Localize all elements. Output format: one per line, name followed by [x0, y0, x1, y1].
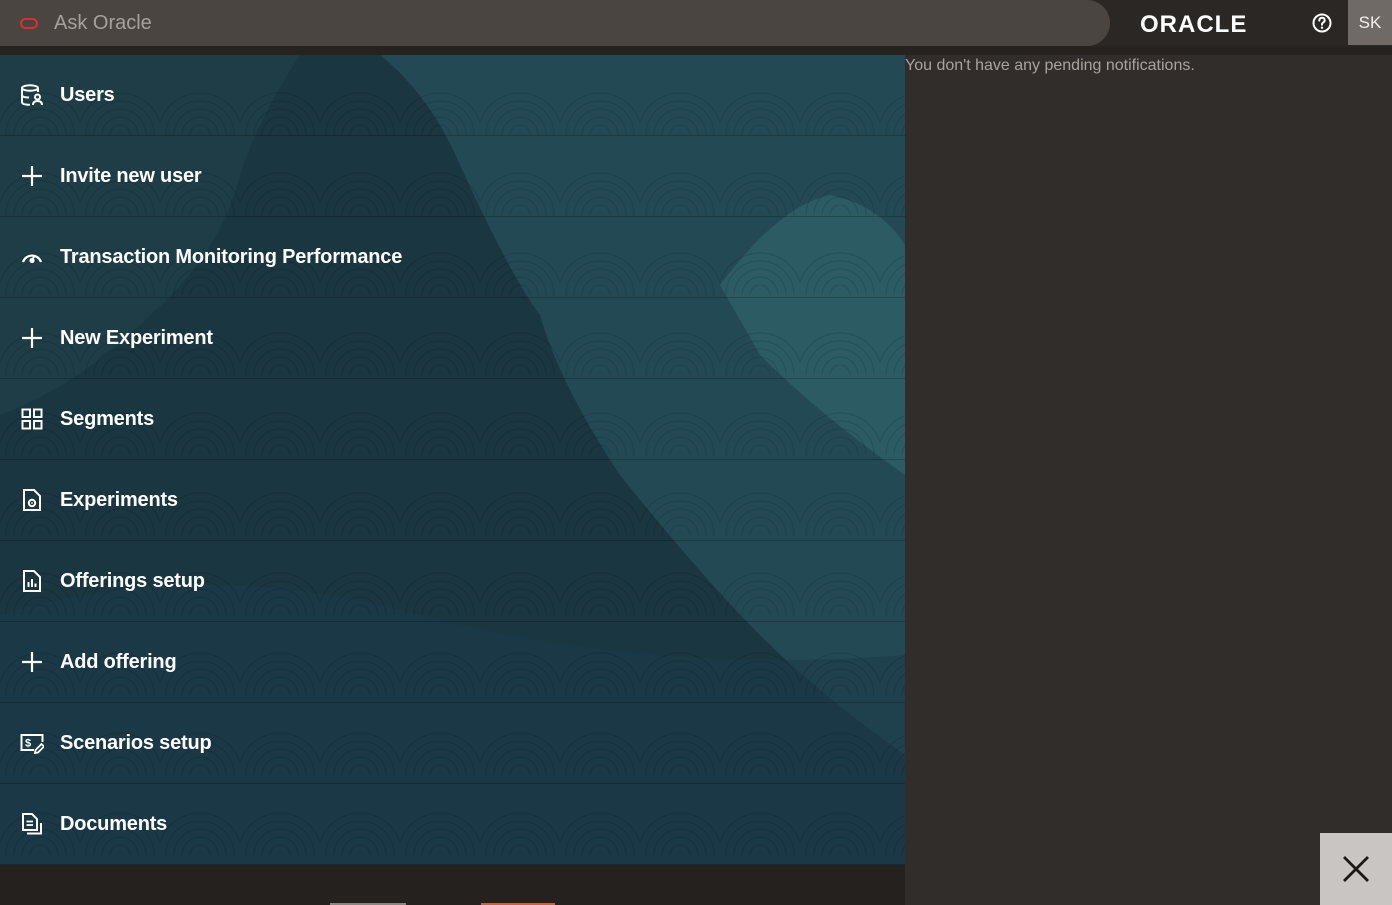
notifications-panel: You don't have any pending notifications…: [905, 55, 1392, 905]
menu-item-offerings-setup[interactable]: Offerings setup: [0, 541, 905, 622]
menu-item-label: Scenarios setup: [60, 731, 212, 754]
document-chart-icon: [23, 570, 41, 592]
menu-item-label: Experiments: [60, 488, 178, 511]
menu-item-experiments[interactable]: Experiments: [0, 460, 905, 541]
menu-item-segments[interactable]: Segments: [0, 379, 905, 460]
menu-item-label: Documents: [60, 812, 168, 835]
menu-item-label: Users: [60, 83, 115, 106]
ask-oracle-search-bar[interactable]: [0, 0, 1110, 46]
menu-item-label: Offerings setup: [60, 569, 205, 592]
menu-item-transaction-monitoring-performance[interactable]: Transaction Monitoring Performance: [0, 217, 905, 298]
menu-item-add-offering[interactable]: Add offering: [0, 622, 905, 703]
menu-item-label: New Experiment: [60, 326, 213, 349]
grid-icon: [21, 408, 43, 430]
navigation-panel: Users Invite new user Transaction Monito…: [0, 55, 905, 865]
menu-item-label: Segments: [60, 407, 154, 430]
menu-item-label: Invite new user: [60, 164, 202, 187]
help-icon[interactable]: [1311, 12, 1333, 34]
plus-icon: [22, 652, 42, 672]
header-divider: [0, 46, 1392, 55]
menu-item-new-experiment[interactable]: New Experiment: [0, 298, 905, 379]
search-input[interactable]: [52, 10, 956, 36]
close-icon: [1343, 856, 1369, 882]
oracle-logo[interactable]: ORACLE: [1140, 10, 1266, 36]
menu-item-label: Transaction Monitoring Performance: [60, 245, 403, 268]
plus-icon: [22, 166, 42, 186]
document-settings-icon: [23, 489, 41, 511]
logo-text: ORACLE: [1140, 11, 1247, 36]
menu-item-documents[interactable]: Documents: [0, 784, 905, 865]
close-button[interactable]: [1320, 833, 1392, 905]
menu-item-label: Add offering: [60, 650, 177, 673]
user-database-icon: [21, 84, 43, 106]
menu-item-users[interactable]: Users: [0, 55, 905, 136]
menu-item-scenarios-setup[interactable]: $ Scenarios setup: [0, 703, 905, 784]
notifications-empty-message: You don't have any pending notifications…: [905, 57, 1195, 74]
bottom-strip: [0, 865, 905, 905]
header-bar: ORACLE SK: [0, 0, 1392, 47]
gauge-icon: [21, 254, 43, 264]
user-avatar[interactable]: SK: [1348, 0, 1392, 45]
plus-icon: [22, 328, 42, 348]
scenario-edit-icon: $: [20, 734, 44, 755]
oracle-o-icon: [20, 17, 38, 29]
documents-icon: [22, 813, 42, 835]
menu-item-invite-new-user[interactable]: Invite new user: [0, 136, 905, 217]
svg-text:$: $: [25, 738, 31, 750]
